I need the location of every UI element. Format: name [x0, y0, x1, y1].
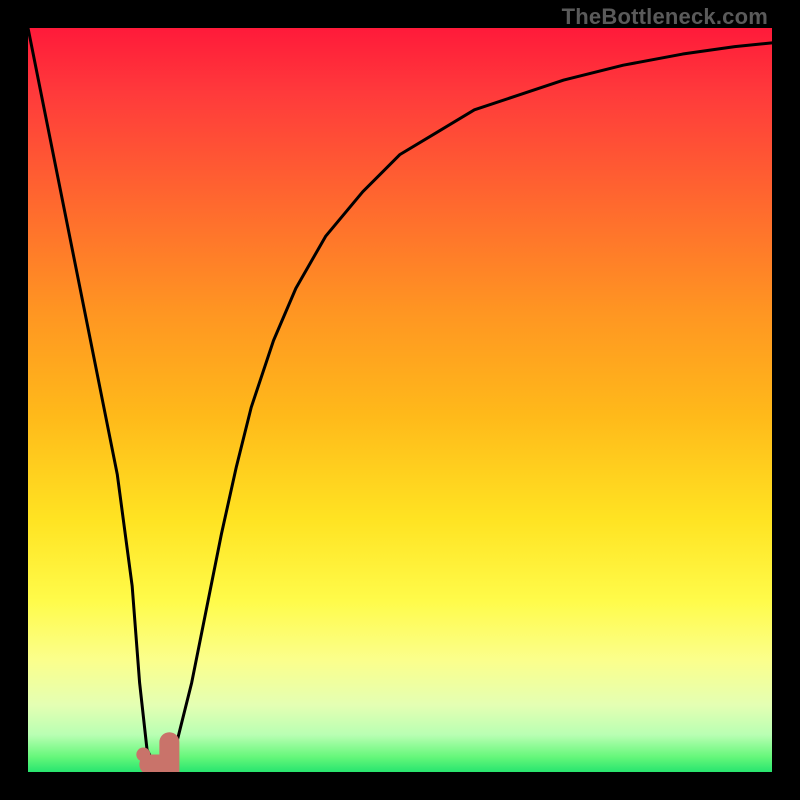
curve-layer	[28, 28, 772, 772]
watermark-text: TheBottleneck.com	[562, 4, 768, 30]
bottleneck-curve	[28, 28, 772, 765]
plot-area	[28, 28, 772, 772]
chart-frame: TheBottleneck.com	[0, 0, 800, 800]
optimal-region-marker	[136, 742, 169, 764]
